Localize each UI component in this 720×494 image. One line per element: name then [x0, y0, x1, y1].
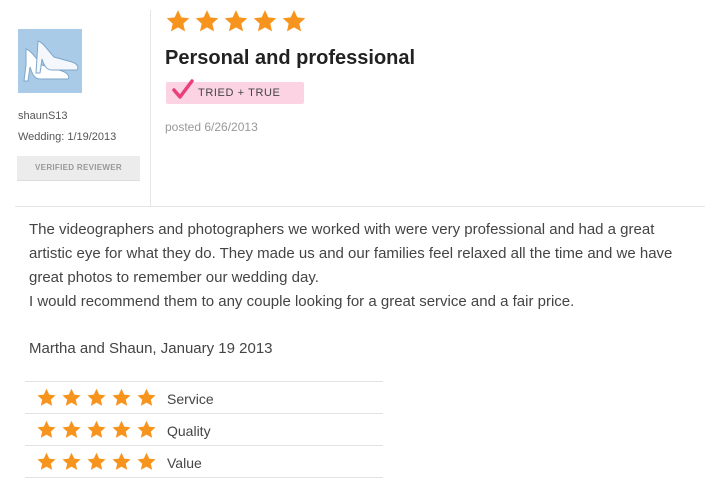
rating-label: Value: [167, 455, 202, 471]
star-icon: [224, 10, 248, 32]
category-ratings: Service Quality Value: [25, 381, 383, 478]
rating-row-quality: Quality: [25, 413, 383, 445]
avatar[interactable]: [18, 29, 82, 93]
tried-and-true-badge: TRIED + TRUE: [166, 79, 304, 104]
star-icon: [37, 452, 56, 470]
wedding-date: Wedding: 1/19/2013: [18, 131, 117, 143]
rating-label: Service: [167, 391, 214, 407]
star-icon: [87, 388, 106, 406]
star-icon: [37, 388, 56, 406]
review-title: Personal and professional: [165, 47, 416, 69]
horizontal-divider: [15, 206, 705, 207]
review-paragraph: The videographers and photographers we w…: [29, 221, 673, 286]
star-icon: [62, 452, 81, 470]
star-icon: [112, 388, 131, 406]
rating-label: Quality: [167, 423, 211, 439]
rating-stars: [36, 451, 157, 472]
star-icon: [62, 388, 81, 406]
rating-row-service: Service: [25, 381, 383, 413]
reviewer-username[interactable]: shaunS13: [18, 110, 68, 122]
star-icon: [62, 420, 81, 438]
rating-stars: [36, 419, 157, 440]
star-icon: [137, 452, 156, 470]
star-icon: [137, 388, 156, 406]
badge-label: TRIED + TRUE: [198, 87, 281, 99]
checkmark-icon: [172, 79, 194, 99]
star-icon: [282, 10, 306, 32]
posted-date: posted 6/26/2013: [165, 120, 258, 134]
star-icon: [37, 420, 56, 438]
review-body: The videographers and photographers we w…: [29, 218, 699, 314]
reviewer-panel: shaunS13 Wedding: 1/19/2013 VERIFIED REV…: [0, 0, 150, 200]
vertical-divider: [150, 10, 151, 206]
star-icon: [112, 420, 131, 438]
verified-reviewer-badge: VERIFIED REVIEWER: [17, 156, 140, 181]
rating-row-value: Value: [25, 445, 383, 478]
review-signature: Martha and Shaun, January 19 2013: [29, 340, 273, 357]
star-icon: [87, 452, 106, 470]
star-icon: [112, 452, 131, 470]
review-paragraph: I would recommend them to any couple loo…: [29, 293, 575, 310]
high-heel-shoes-icon: [18, 29, 82, 93]
star-icon: [195, 10, 219, 32]
star-icon: [87, 420, 106, 438]
star-icon: [166, 10, 190, 32]
rating-stars: [36, 387, 157, 408]
star-icon: [253, 10, 277, 32]
overall-rating-stars: [165, 8, 307, 34]
star-icon: [137, 420, 156, 438]
